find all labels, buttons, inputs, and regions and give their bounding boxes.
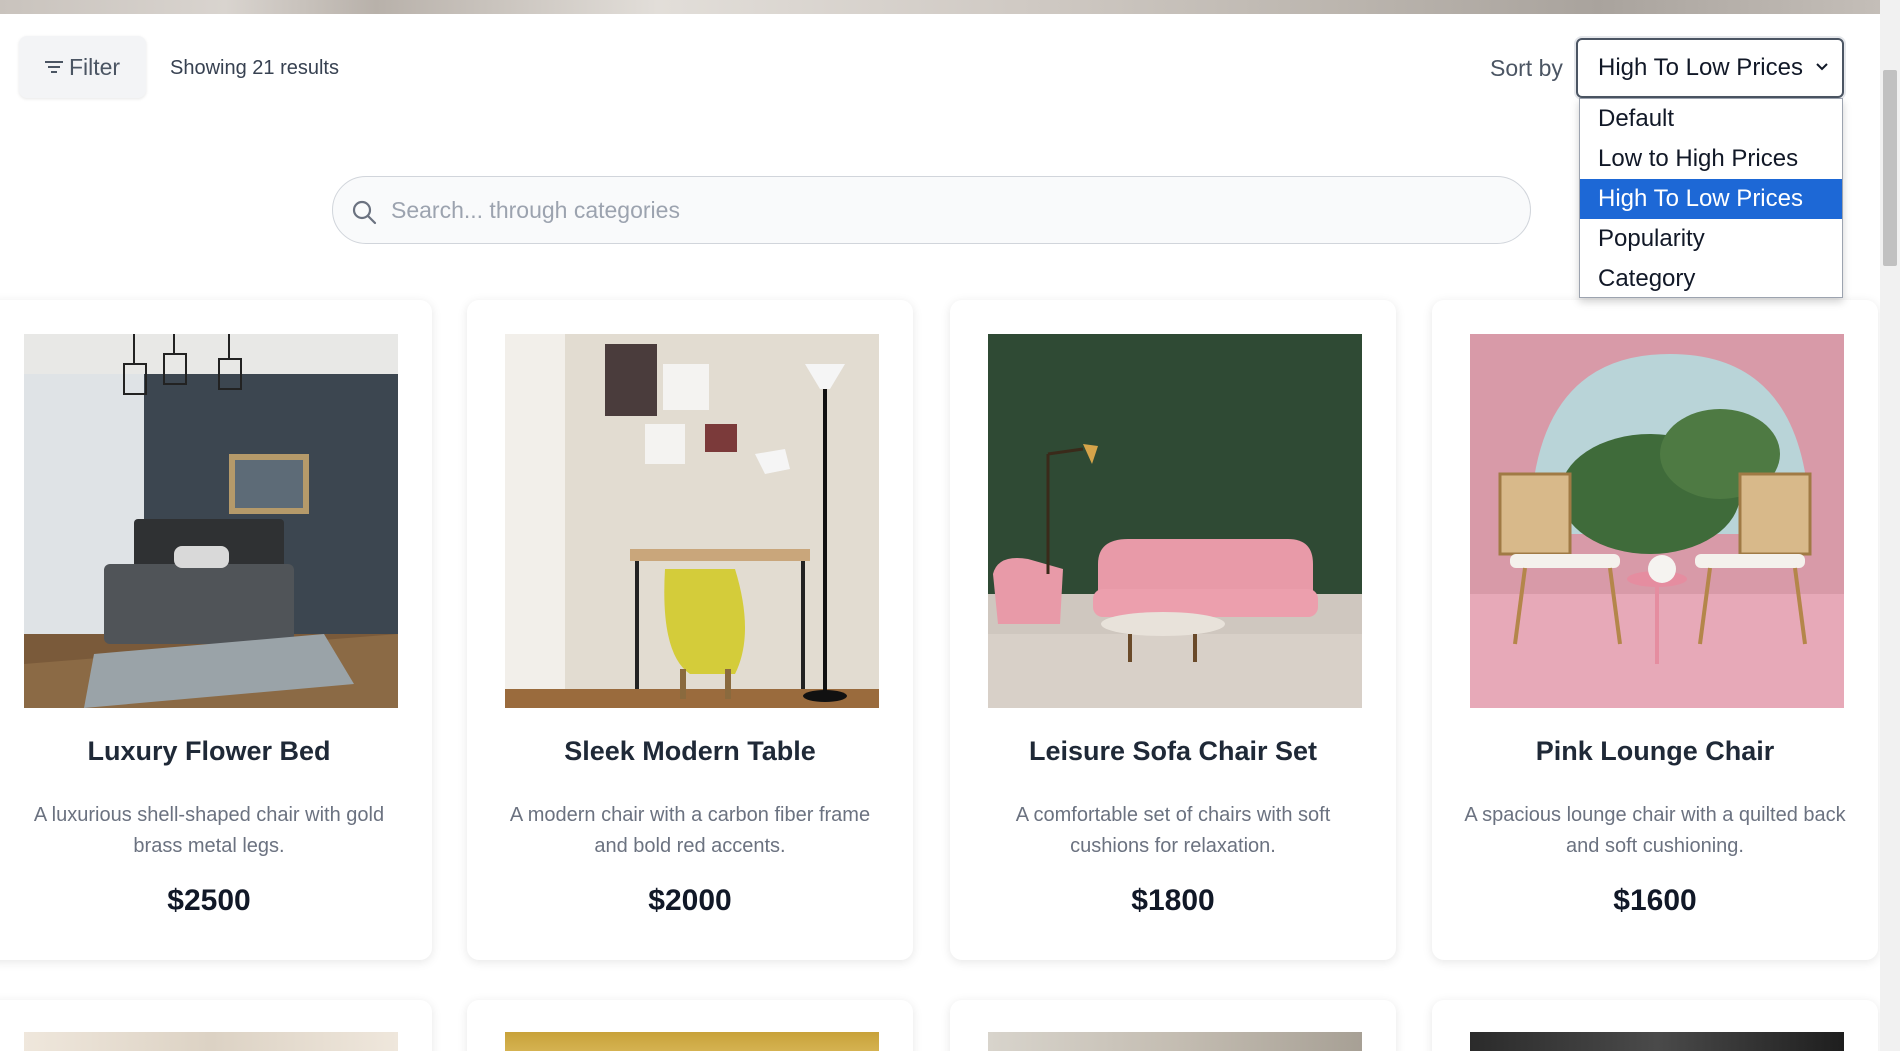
product-image <box>1470 334 1844 708</box>
sort-selected-value: High To Low Prices <box>1598 54 1803 81</box>
product-card[interactable] <box>467 1000 913 1051</box>
product-price: $1600 <box>1613 884 1697 917</box>
search-bar <box>332 176 1531 244</box>
product-price: $2500 <box>167 884 251 917</box>
product-price: $1800 <box>1131 884 1215 917</box>
sort-dropdown-list: Default Low to High Prices High To Low P… <box>1579 98 1843 298</box>
product-image <box>24 334 398 708</box>
product-description: A comfortable set of chairs with soft cu… <box>1015 804 1331 857</box>
product-image <box>988 334 1362 708</box>
product-card[interactable]: Leisure Sofa Chair Set A comfortable set… <box>950 300 1396 960</box>
sort-option-default[interactable]: Default <box>1580 99 1842 139</box>
filter-icon <box>44 60 63 74</box>
product-name: Luxury Flower Bed <box>87 736 331 766</box>
chevron-down-icon <box>1816 63 1828 71</box>
product-image <box>505 334 879 708</box>
sort-label: Sort by <box>1490 55 1563 81</box>
scrollbar-thumb[interactable] <box>1883 70 1897 266</box>
product-name: Pink Lounge Chair <box>1535 736 1775 766</box>
product-card[interactable] <box>1432 1000 1878 1051</box>
product-description: A modern chair with a carbon fiber frame… <box>509 804 871 857</box>
filter-button[interactable]: Filter <box>19 36 146 98</box>
search-icon <box>352 200 377 225</box>
product-name: Sleek Modern Table <box>564 736 816 766</box>
product-image <box>988 1032 1362 1051</box>
sort-option-category[interactable]: Category <box>1580 259 1842 299</box>
product-price: $2000 <box>648 884 732 917</box>
filter-button-label: Filter <box>68 53 121 80</box>
product-image <box>1470 1032 1844 1051</box>
product-description: A spacious lounge chair with a quilted b… <box>1464 804 1846 857</box>
product-card[interactable] <box>0 1000 432 1051</box>
sort-option-popularity[interactable]: Popularity <box>1580 219 1842 259</box>
sort-option-high-to-low[interactable]: High To Low Prices <box>1580 179 1842 219</box>
product-listing-page: Filter Showing 21 results Sort by High T… <box>0 0 1900 1051</box>
product-card[interactable]: Pink Lounge Chair A spacious lounge chai… <box>1432 300 1878 960</box>
sort-option-low-to-high[interactable]: Low to High Prices <box>1580 139 1842 179</box>
product-card[interactable]: Sleek Modern Table A modern chair with a… <box>467 300 913 960</box>
product-name: Leisure Sofa Chair Set <box>1028 736 1318 766</box>
product-card[interactable] <box>950 1000 1396 1051</box>
hero-banner-edge <box>0 0 1880 14</box>
product-description: A luxurious shell-shaped chair with gold… <box>33 804 385 857</box>
product-image <box>24 1032 398 1051</box>
product-card[interactable]: Luxury Flower Bed A luxurious shell-shap… <box>0 300 432 960</box>
vertical-scrollbar[interactable] <box>1880 0 1900 1051</box>
search-input[interactable] <box>391 196 1491 224</box>
product-image <box>505 1032 879 1051</box>
results-count: Showing 21 results <box>170 57 339 79</box>
sort-select[interactable]: High To Low Prices <box>1576 38 1844 98</box>
